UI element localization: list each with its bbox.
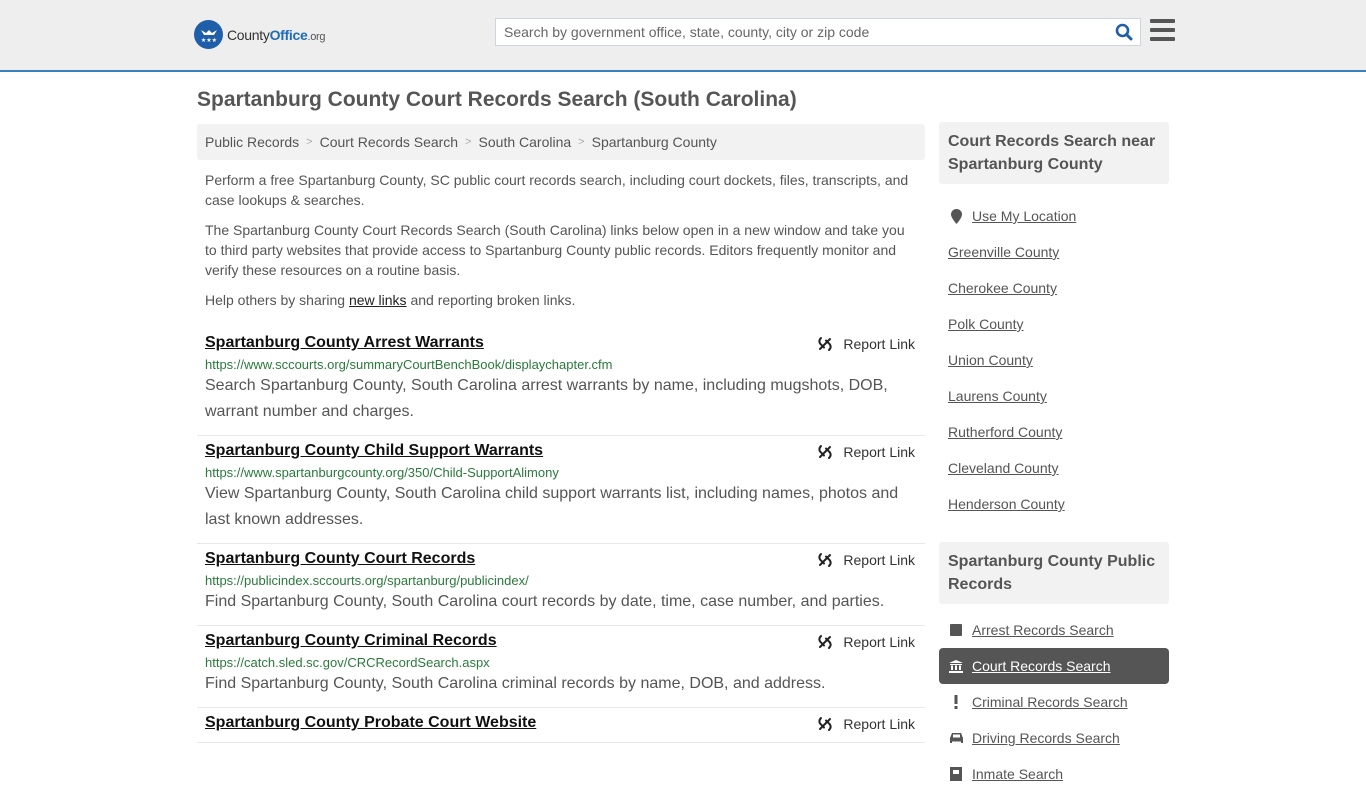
new-links-link[interactable]: new links — [349, 292, 407, 308]
report-link-button[interactable]: Report Link — [817, 336, 915, 352]
breadcrumb-court-records-search[interactable]: Court Records Search — [320, 134, 459, 150]
breadcrumb-separator-icon: > — [306, 136, 313, 148]
nearby-county-link[interactable]: Greenville County — [948, 244, 1059, 260]
result-url[interactable]: https://catch.sled.sc.gov/CRCRecordSearc… — [205, 655, 917, 670]
nearby-county-item: Henderson County — [939, 486, 1169, 522]
sidebar: Court Records Search near Spartanburg Co… — [939, 122, 1169, 792]
broken-link-icon — [818, 717, 833, 731]
result-description: Find Spartanburg County, South Carolina … — [205, 593, 885, 610]
nearby-county-item: Union County — [939, 342, 1169, 378]
breadcrumb-separator-icon: > — [578, 136, 585, 148]
result-item: Spartanburg County Court Records Report … — [197, 544, 925, 626]
breadcrumb-separator-icon: > — [465, 136, 472, 148]
square-icon — [948, 624, 964, 636]
nearby-county-link[interactable]: Henderson County — [948, 496, 1065, 512]
report-link-button[interactable]: Report Link — [817, 552, 915, 568]
results-list: Spartanburg County Arrest Warrants Repor… — [197, 328, 925, 743]
site-header: ★★★ CountyOffice.org — [0, 0, 1366, 72]
public-records-item: Criminal Records Search — [939, 684, 1169, 720]
result-title-link[interactable]: Spartanburg County Child Support Warrant… — [205, 442, 543, 460]
result-title-link[interactable]: Spartanburg County Criminal Records — [205, 632, 497, 650]
nearby-list: Use My Location Greenville County Cheroke… — [939, 198, 1169, 522]
public-records-item: Driving Records Search — [939, 720, 1169, 756]
breadcrumb-public-records[interactable]: Public Records — [205, 134, 299, 150]
result-description: View Spartanburg County, South Carolina … — [205, 485, 899, 528]
site-logo[interactable]: ★★★ CountyOffice.org — [194, 20, 326, 49]
exclamation-icon — [948, 695, 964, 709]
broken-link-icon — [818, 635, 833, 649]
use-my-location-item: Use My Location — [939, 198, 1169, 234]
result-item: Spartanburg County Probate Court Website… — [197, 708, 925, 743]
public-records-link[interactable]: Inmate Search — [972, 766, 1063, 782]
svg-text:★★★: ★★★ — [200, 37, 216, 44]
public-records-item: Court Records Search — [939, 648, 1169, 684]
public-records-link[interactable]: Driving Records Search — [972, 730, 1120, 746]
courthouse-icon — [948, 659, 964, 673]
result-title-link[interactable]: Spartanburg County Arrest Warrants — [205, 334, 484, 352]
intro-paragraph: Perform a free Spartanburg County, SC pu… — [205, 172, 909, 208]
search-button[interactable] — [1108, 19, 1140, 45]
nearby-county-item: Cherokee County — [939, 270, 1169, 306]
result-url[interactable]: https://www.sccourts.org/summaryCourtBen… — [205, 357, 917, 372]
result-item: Spartanburg County Criminal Records Repo… — [197, 626, 925, 708]
nearby-county-link[interactable]: Rutherford County — [948, 424, 1062, 440]
nearby-county-item: Polk County — [939, 306, 1169, 342]
public-records-link[interactable]: Criminal Records Search — [972, 694, 1128, 710]
intro-text: Perform a free Spartanburg County, SC pu… — [197, 170, 925, 310]
hamburger-menu-icon[interactable] — [1150, 19, 1175, 41]
map-marker-icon — [948, 208, 964, 224]
nearby-county-link[interactable]: Laurens County — [948, 388, 1047, 404]
nearby-county-link[interactable]: Cherokee County — [948, 280, 1057, 296]
report-link-button[interactable]: Report Link — [817, 634, 915, 650]
nearby-county-item: Greenville County — [939, 234, 1169, 270]
result-description: Search Spartanburg County, South Carolin… — [205, 377, 888, 420]
result-url[interactable]: https://publicindex.sccourts.org/spartan… — [205, 573, 917, 588]
public-records-item: Inmate Search — [939, 756, 1169, 792]
car-icon — [948, 732, 964, 744]
report-link-button[interactable]: Report Link — [817, 716, 915, 732]
breadcrumb-south-carolina[interactable]: South Carolina — [479, 134, 572, 150]
public-records-heading: Spartanburg County Public Records — [939, 542, 1169, 604]
result-title-link[interactable]: Spartanburg County Probate Court Website — [205, 714, 536, 732]
search-bar — [495, 18, 1141, 46]
eagle-logo-icon: ★★★ — [194, 20, 223, 49]
breadcrumb-spartanburg-county[interactable]: Spartanburg County — [592, 134, 717, 150]
logo-text: CountyOffice.org — [227, 26, 326, 43]
result-description: Find Spartanburg County, South Carolina … — [205, 675, 826, 692]
breadcrumb: Public Records > Court Records Search > … — [197, 124, 925, 160]
main-content: Public Records > Court Records Search > … — [197, 124, 925, 743]
jail-icon — [948, 767, 964, 781]
public-records-list: Arrest Records Search Court Records Searc… — [939, 612, 1169, 792]
public-records-link[interactable]: Court Records Search — [972, 658, 1111, 674]
public-records-link[interactable]: Arrest Records Search — [972, 622, 1114, 638]
public-records-item: Arrest Records Search — [939, 612, 1169, 648]
broken-link-icon — [818, 445, 833, 459]
intro-paragraph: Help others by sharing new links and rep… — [205, 292, 576, 308]
nearby-county-item: Cleveland County — [939, 450, 1169, 486]
result-title-link[interactable]: Spartanburg County Court Records — [205, 550, 475, 568]
nearby-county-item: Laurens County — [939, 378, 1169, 414]
search-input[interactable] — [496, 24, 1108, 40]
result-item: Spartanburg County Child Support Warrant… — [197, 436, 925, 544]
page-title: Spartanburg County Court Records Search … — [197, 88, 797, 111]
nearby-county-link[interactable]: Polk County — [948, 316, 1023, 332]
intro-paragraph: The Spartanburg County Court Records Sea… — [205, 222, 905, 278]
broken-link-icon — [818, 337, 833, 351]
nearby-county-link[interactable]: Union County — [948, 352, 1033, 368]
nearby-heading: Court Records Search near Spartanburg Co… — [939, 122, 1169, 184]
result-url[interactable]: https://www.spartanburgcounty.org/350/Ch… — [205, 465, 917, 480]
report-link-button[interactable]: Report Link — [817, 444, 915, 460]
nearby-county-link[interactable]: Cleveland County — [948, 460, 1059, 476]
search-icon — [1115, 23, 1133, 41]
use-my-location-link[interactable]: Use My Location — [972, 208, 1076, 224]
broken-link-icon — [818, 553, 833, 567]
result-item: Spartanburg County Arrest Warrants Repor… — [197, 328, 925, 436]
nearby-county-item: Rutherford County — [939, 414, 1169, 450]
